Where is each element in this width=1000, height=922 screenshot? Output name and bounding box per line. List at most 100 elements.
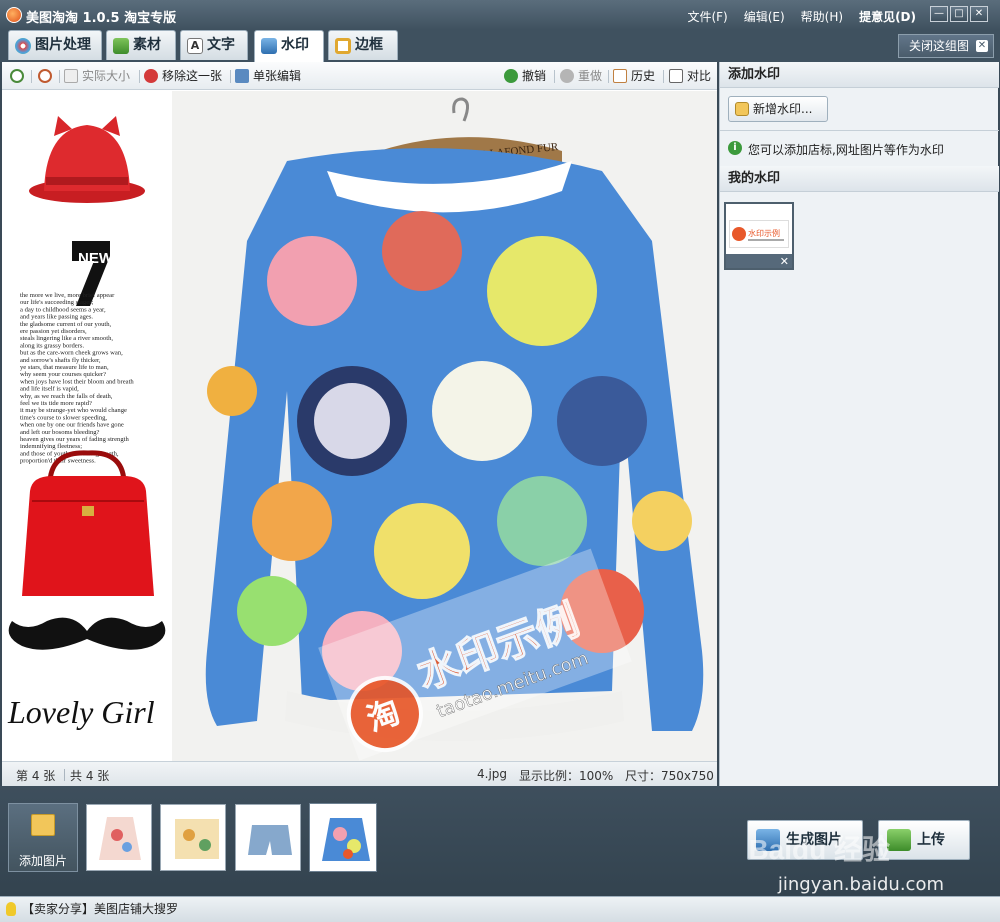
info-text: 您可以添加店标,网址图片等作为水印 [748, 143, 944, 157]
menu-file[interactable]: 文件(F) [687, 8, 727, 25]
zoom-in-button[interactable] [10, 69, 24, 85]
add-watermark-header: 添加水印 [720, 62, 999, 88]
menu-edit[interactable]: 编辑(E) [744, 8, 785, 25]
divider [720, 130, 999, 131]
tab-bar: 图片处理 素材 A 文字 水印 边框 关闭这组图 ✕ [0, 30, 1000, 62]
footer-bar: 【卖家分享】美图店铺大搜罗 [0, 896, 1000, 922]
baidu-site-overlay: jingyan.baidu.com [777, 874, 944, 895]
upload-button[interactable]: 上传 [878, 820, 970, 860]
history-button[interactable]: 历史 [613, 69, 655, 85]
toolbar-separator [230, 70, 231, 83]
redo-button[interactable]: 重做 [560, 69, 602, 85]
editor-toolbar: 实际大小 移除这一张 单张编辑 撤销 重做 历史 对比 [2, 62, 717, 90]
poem-line: why, as we reach the falls of death, [20, 393, 113, 400]
tab-label: 文字 [207, 37, 235, 53]
watermark-info: i 您可以添加店标,网址图片等作为水印 [728, 141, 944, 158]
close-group-button[interactable]: 关闭这组图 ✕ [897, 34, 994, 58]
poem-line: heaven gives our years of fading strengt… [20, 436, 129, 443]
app-logo-icon [6, 7, 22, 23]
image-canvas[interactable]: NEW the more we live, more brief appear o… [2, 91, 717, 761]
my-watermark-header: 我的水印 [720, 166, 999, 192]
minimize-button[interactable]: — [930, 6, 948, 22]
display-ratio: 显示比例：100% [519, 769, 614, 783]
watermark-thumbnail[interactable]: 水印示例 ✕ [724, 202, 794, 270]
maximize-button[interactable]: □ [950, 6, 968, 22]
tab-label: 边框 [355, 37, 383, 53]
page-index: 第 4 张 [16, 769, 56, 783]
history-label: 历史 [631, 69, 656, 83]
poem-line: but as the care-worn cheek grows wan, [20, 350, 123, 357]
toolbar-separator [139, 70, 140, 83]
poem-line: when one by one our friends have gone [20, 422, 124, 429]
poem-line: indemnifying fleetness; [20, 443, 82, 450]
image-thumbnail-1[interactable] [86, 804, 152, 871]
actual-size-label: 实际大小 [82, 69, 131, 83]
undo-label: 撤销 [522, 69, 547, 83]
poem-line: it may be strange-yet who would change [20, 407, 127, 414]
actual-size-button[interactable]: 实际大小 [64, 69, 130, 85]
status-bar: 第 4 张 共 4 张 4.jpg 显示比例：100% 尺寸：750x750 [2, 761, 717, 786]
edit-icon [235, 69, 249, 83]
remove-icon [144, 69, 158, 83]
undo-button[interactable]: 撤销 [504, 69, 546, 85]
image-thumbnail-4[interactable] [310, 804, 376, 871]
file-name: 4.jpg [477, 767, 508, 781]
toolbar-separator [31, 70, 32, 83]
zoom-out-icon [38, 69, 52, 83]
redo-label: 重做 [578, 69, 603, 83]
image-thumbnail-3[interactable] [235, 804, 301, 871]
zoom-in-icon [10, 69, 24, 83]
upload-icon [887, 829, 911, 851]
single-edit-label: 单张编辑 [253, 69, 302, 83]
close-window-button[interactable]: ✕ [970, 6, 988, 22]
poem-line: why seem your courses quicker? [20, 371, 106, 378]
compare-icon [669, 69, 683, 83]
poem-line: when joys have lost their bloom and brea… [20, 378, 134, 385]
undo-icon [504, 69, 518, 83]
new-watermark-label: 新增水印... [753, 102, 813, 116]
new-watermark-button[interactable]: 新增水印... [728, 96, 828, 122]
lovely-girl-text: Lovely Girl [7, 694, 155, 730]
upload-label: 上传 [917, 832, 945, 848]
palette-icon [15, 38, 31, 54]
poem-line: ere passion yet disorders, [20, 328, 87, 335]
delete-watermark-icon[interactable]: ✕ [780, 255, 789, 268]
tab-material[interactable]: 素材 [106, 30, 176, 60]
status-separator [64, 769, 65, 781]
remove-one-label: 移除这一张 [162, 69, 223, 83]
poem-line: and years like passing ages. [20, 314, 93, 321]
watermark-icon [261, 38, 277, 54]
tab-text[interactable]: A 文字 [180, 30, 248, 60]
add-image-button[interactable]: 添加图片 [8, 803, 78, 872]
compare-label: 对比 [687, 69, 712, 83]
tab-border[interactable]: 边框 [328, 30, 398, 60]
close-group-label: 关闭这组图 [908, 39, 969, 53]
info-icon: i [728, 141, 742, 155]
toolbar-separator [663, 70, 664, 83]
toolbar-separator [608, 70, 609, 83]
image-thumbnail-2[interactable] [160, 804, 226, 871]
tab-label: 素材 [133, 37, 161, 53]
image-size: 尺寸：750x750 [625, 769, 714, 783]
menu-feedback[interactable]: 提意见(D) [859, 8, 916, 25]
remove-one-button[interactable]: 移除这一张 [144, 69, 222, 85]
add-image-icon [31, 814, 55, 836]
svg-text:水印示例: 水印示例 [748, 228, 780, 238]
compare-button[interactable]: 对比 [669, 69, 711, 85]
poem-line: and sorrow's shafts fly thicker, [20, 357, 101, 364]
tab-watermark[interactable]: 水印 [254, 30, 324, 62]
poem-line: time's course to slower speeding, [20, 414, 107, 421]
footer-link[interactable]: 【卖家分享】美图店铺大搜罗 [22, 902, 178, 916]
tab-image-processing[interactable]: 图片处理 [8, 30, 102, 60]
zoom-out-button[interactable] [38, 69, 52, 85]
poem-line: a day to childhood seems a year, [20, 306, 106, 313]
text-icon: A [187, 38, 203, 54]
poem-line: the gladsome current of our youth, [20, 321, 112, 328]
redo-icon [560, 69, 574, 83]
poem-line: steals lingering like a river smooth, [20, 335, 113, 342]
baidu-logo-overlay: Baidu 经验 [748, 834, 890, 865]
watermark-thumbnail-image: 水印示例 [729, 220, 789, 248]
menu-help[interactable]: 帮助(H) [801, 8, 843, 25]
poem-line: along its grassy borders. [20, 342, 84, 349]
single-edit-button[interactable]: 单张编辑 [235, 69, 301, 85]
